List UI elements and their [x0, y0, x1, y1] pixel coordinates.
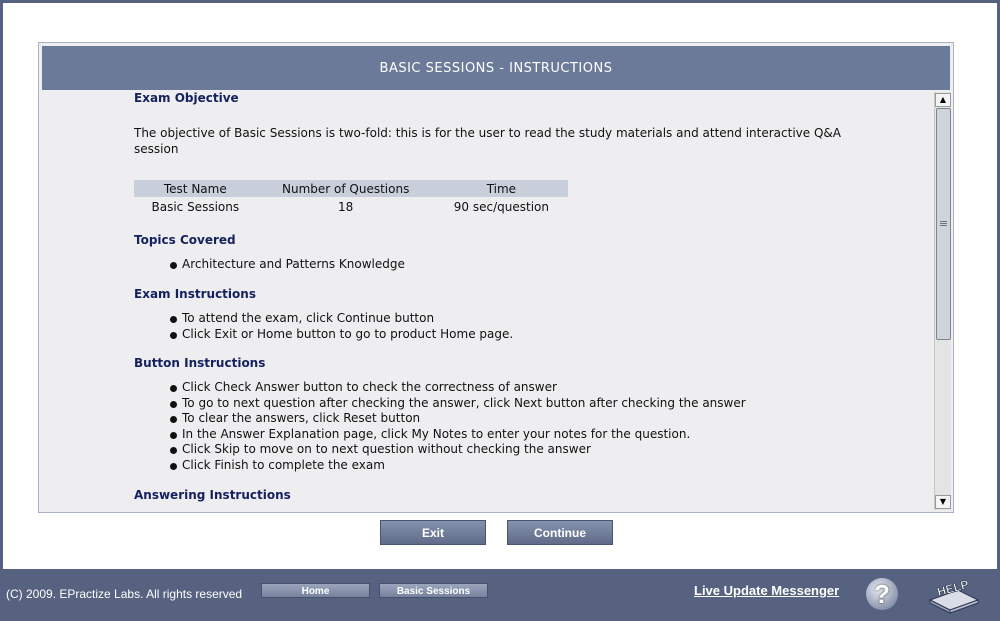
topics-heading: Topics Covered [134, 233, 236, 247]
basic-sessions-button[interactable]: Basic Sessions [379, 583, 488, 598]
answering-instructions-heading: Answering Instructions [134, 488, 291, 502]
home-button[interactable]: Home [261, 583, 370, 598]
exam-objective-text: The objective of Basic Sessions is two-f… [134, 126, 841, 156]
list-item: To clear the answers, click Reset button [170, 411, 746, 427]
topics-list: Architecture and Patterns Knowledge [170, 257, 405, 273]
exam-instructions-heading: Exam Instructions [134, 287, 256, 301]
list-item: Architecture and Patterns Knowledge [170, 257, 405, 273]
grip-line [940, 223, 947, 224]
list-item: To attend the exam, click Continue butto… [170, 311, 513, 327]
button-instructions-list: Click Check Answer button to check the c… [170, 380, 746, 473]
table-header-row: Test Name Number of Questions Time [134, 180, 568, 197]
table-row: Basic Sessions 18 90 sec/question [134, 197, 568, 216]
continue-button[interactable]: Continue [507, 520, 613, 545]
button-instructions-heading: Button Instructions [134, 356, 266, 370]
list-item: Click Exit or Home button to go to produ… [170, 327, 513, 343]
cell-test-name: Basic Sessions [151, 199, 240, 214]
question-mark-icon[interactable]: ? [866, 578, 898, 610]
list-item: To go to next question after checking th… [170, 396, 746, 412]
exam-instructions-list: To attend the exam, click Continue butto… [170, 311, 513, 342]
col-number-of-questions: Number of Questions [256, 180, 435, 197]
instructions-panel: BASIC SESSIONS - INSTRUCTIONS Exam Objec… [38, 42, 954, 513]
copyright-text: (C) 2009. EPractize Labs. All rights res… [6, 587, 243, 601]
vertical-scrollbar[interactable]: ▲ ▼ [934, 92, 951, 510]
test-info-table: Test Name Number of Questions Time Basic… [134, 180, 568, 216]
scrollbar-thumb[interactable] [936, 108, 951, 340]
exam-objective-heading: Exam Objective [134, 91, 239, 105]
list-item: Click Check Answer button to check the c… [170, 380, 746, 396]
col-test-name: Test Name [134, 180, 257, 197]
list-item: In the Answer Explanation page, click My… [170, 427, 746, 443]
grip-line [940, 221, 947, 222]
list-item: Click Finish to complete the exam [170, 458, 746, 474]
cell-time: 90 sec/question [453, 199, 549, 214]
col-time: Time [434, 180, 568, 197]
grip-line [940, 225, 947, 226]
arrow-down-icon[interactable]: ▼ [935, 495, 951, 509]
panel-title: BASIC SESSIONS - INSTRUCTIONS [42, 46, 950, 90]
help-book-icon[interactable]: HELP [928, 576, 980, 614]
instructions-content: Exam Objective The objective of Basic Se… [42, 91, 934, 509]
exit-button[interactable]: Exit [380, 520, 486, 545]
arrow-up-icon[interactable]: ▲ [935, 93, 951, 107]
list-item: Click Skip to move on to next question w… [170, 442, 746, 458]
live-update-messenger-link[interactable]: Live Update Messenger [694, 583, 839, 598]
cell-number-of-questions: 18 [338, 199, 354, 214]
